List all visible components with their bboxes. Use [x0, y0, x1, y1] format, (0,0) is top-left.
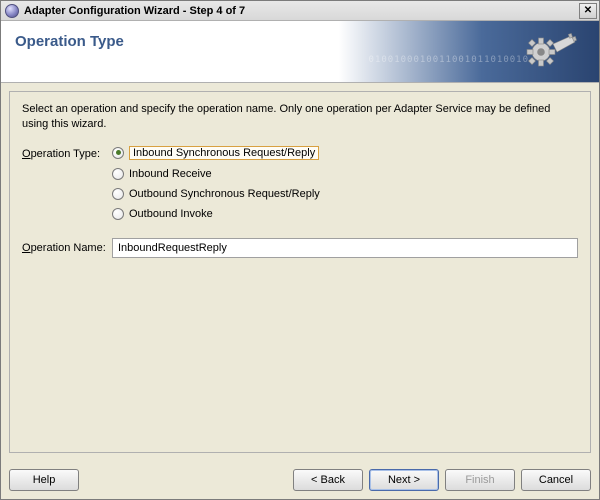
operation-name-row: Operation Name:	[22, 238, 578, 258]
intro-text: Select an operation and specify the oper…	[22, 102, 578, 132]
operation-name-input[interactable]	[112, 238, 578, 258]
radio-outbound-sync[interactable]: Outbound Synchronous Request/Reply	[112, 188, 320, 200]
help-button[interactable]: Help	[9, 469, 79, 491]
radio-icon	[112, 208, 124, 220]
radio-inbound-receive[interactable]: Inbound Receive	[112, 168, 320, 180]
radio-label: Outbound Synchronous Request/Reply	[129, 188, 320, 200]
radio-label: Inbound Receive	[129, 168, 212, 180]
cancel-button[interactable]: Cancel	[521, 469, 591, 491]
operation-name-label: Operation Name:	[22, 242, 112, 254]
finish-button: Finish	[445, 469, 515, 491]
operation-type-label: Operation Type:	[22, 146, 112, 160]
wizard-window: Adapter Configuration Wizard - Step 4 of…	[0, 0, 600, 500]
radio-inbound-sync[interactable]: Inbound Synchronous Request/Reply	[112, 146, 320, 160]
window-title: Adapter Configuration Wizard - Step 4 of…	[24, 5, 574, 17]
operation-type-row: Operation Type: Inbound Synchronous Requ…	[22, 146, 578, 220]
gear-plug-icon	[523, 30, 581, 74]
content-panel: Select an operation and specify the oper…	[9, 91, 591, 453]
next-button[interactable]: Next >	[369, 469, 439, 491]
back-button[interactable]: < Back	[293, 469, 363, 491]
page-heading: Operation Type	[1, 21, 124, 82]
radio-outbound-invoke[interactable]: Outbound Invoke	[112, 208, 320, 220]
footer: Help < Back Next > Finish Cancel	[1, 461, 599, 499]
radio-label: Outbound Invoke	[129, 208, 213, 220]
radio-icon	[112, 168, 124, 180]
operation-type-radio-group: Inbound Synchronous Request/Reply Inboun…	[112, 146, 320, 220]
radio-icon	[112, 188, 124, 200]
header-digits: 0100100010011001011010010	[369, 55, 529, 65]
header-banner: Operation Type	[1, 21, 599, 83]
radio-label: Inbound Synchronous Request/Reply	[129, 146, 319, 160]
content-area: Select an operation and specify the oper…	[1, 83, 599, 461]
close-button[interactable]: ✕	[579, 3, 597, 19]
app-icon	[5, 4, 19, 18]
header-art	[339, 21, 599, 83]
titlebar: Adapter Configuration Wizard - Step 4 of…	[1, 1, 599, 21]
radio-icon	[112, 147, 124, 159]
